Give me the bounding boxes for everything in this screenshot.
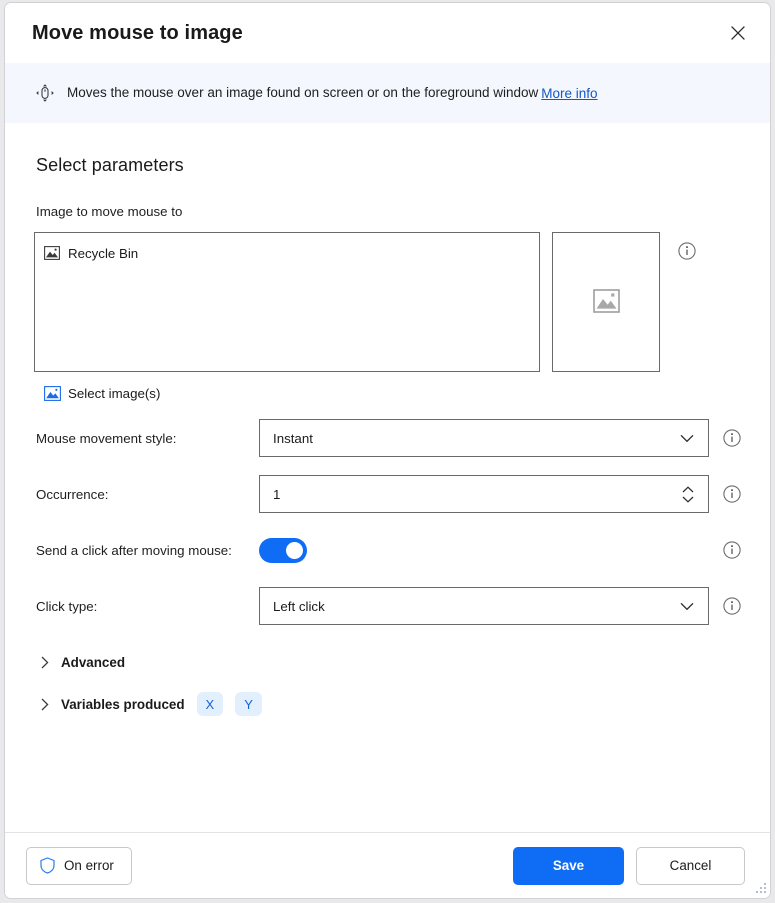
resize-grip-icon[interactable] <box>754 882 767 895</box>
chevron-right-icon <box>37 698 53 711</box>
more-info-link[interactable]: More info <box>541 86 597 101</box>
dialog-content: Select parameters Image to move mouse to… <box>5 123 770 832</box>
image-field-label: Image to move mouse to <box>36 204 183 219</box>
dialog-footer: On error Save Cancel <box>5 832 770 898</box>
occurrence-info-icon[interactable] <box>723 485 741 503</box>
page-title: Move mouse to image <box>32 21 243 44</box>
shield-icon <box>40 857 55 874</box>
image-icon-blue <box>44 386 61 401</box>
list-item-label: Recycle Bin <box>68 245 139 261</box>
image-thumbnail-preview[interactable] <box>552 232 660 372</box>
click-type-value: Left click <box>273 598 325 614</box>
occurrence-label: Occurrence: <box>36 486 109 502</box>
list-item[interactable]: Recycle Bin <box>44 243 530 263</box>
send-click-toggle-wrap <box>259 537 709 563</box>
select-images-label: Select image(s) <box>68 386 161 401</box>
banner-text: Moves the mouse over an image found on s… <box>67 85 539 101</box>
chevron-right-icon <box>37 656 53 669</box>
chevron-down-icon <box>676 602 698 611</box>
occurrence-input[interactable]: 1 <box>259 475 709 513</box>
toggle-knob <box>286 541 303 559</box>
send-click-info-icon[interactable] <box>723 541 741 559</box>
send-click-label: Send a click after moving mouse: <box>36 542 232 558</box>
spinner-arrows-icon[interactable] <box>678 485 698 503</box>
on-error-label: On error <box>64 858 114 873</box>
advanced-label: Advanced <box>61 655 125 670</box>
section-title: Select parameters <box>36 155 184 175</box>
info-banner: Moves the mouse over an image found on s… <box>5 63 770 123</box>
variables-produced-section-toggle[interactable]: Variables produced X Y <box>34 692 262 716</box>
send-click-toggle[interactable] <box>259 537 307 563</box>
mouse-movement-style-info-icon[interactable] <box>723 429 741 447</box>
image-selection-row: Recycle Bin <box>34 232 741 372</box>
variables-produced-label: Variables produced <box>61 696 185 712</box>
cancel-button[interactable]: Cancel <box>636 846 745 885</box>
click-type-info-icon[interactable] <box>723 597 741 615</box>
close-icon <box>730 25 746 41</box>
advanced-section-toggle[interactable]: Advanced <box>34 655 125 670</box>
occurrence-value: 1 <box>273 486 281 502</box>
on-error-button[interactable]: On error <box>26 846 132 885</box>
close-button[interactable] <box>715 10 761 56</box>
param-row-mouse-movement-style: Mouse movement style: Instant <box>34 419 741 457</box>
save-button[interactable]: Save <box>513 846 624 885</box>
param-row-click-type: Click type: Left click <box>34 587 741 625</box>
chevron-down-icon <box>676 434 698 443</box>
image-list[interactable]: Recycle Bin <box>34 232 540 372</box>
image-field-info-icon[interactable] <box>678 242 696 263</box>
click-type-dropdown[interactable]: Left click <box>259 587 709 625</box>
dialog-titlebar: Move mouse to image <box>5 3 770 63</box>
variable-chip-y[interactable]: Y <box>235 692 262 716</box>
param-row-send-click: Send a click after moving mouse: <box>34 531 741 569</box>
select-images-link[interactable]: Select image(s) <box>44 386 160 401</box>
move-mouse-icon <box>34 82 56 104</box>
image-placeholder-icon <box>592 288 620 316</box>
move-mouse-to-image-dialog: Move mouse to image Moves the mouse over… <box>4 2 771 899</box>
mouse-movement-style-label: Mouse movement style: <box>36 430 177 446</box>
mouse-movement-style-value: Instant <box>273 430 313 446</box>
param-row-occurrence: Occurrence: 1 <box>34 475 741 513</box>
mouse-movement-style-dropdown[interactable]: Instant <box>259 419 709 457</box>
image-icon <box>44 246 60 260</box>
variable-chip-x[interactable]: X <box>196 692 224 716</box>
click-type-label: Click type: <box>36 598 98 614</box>
